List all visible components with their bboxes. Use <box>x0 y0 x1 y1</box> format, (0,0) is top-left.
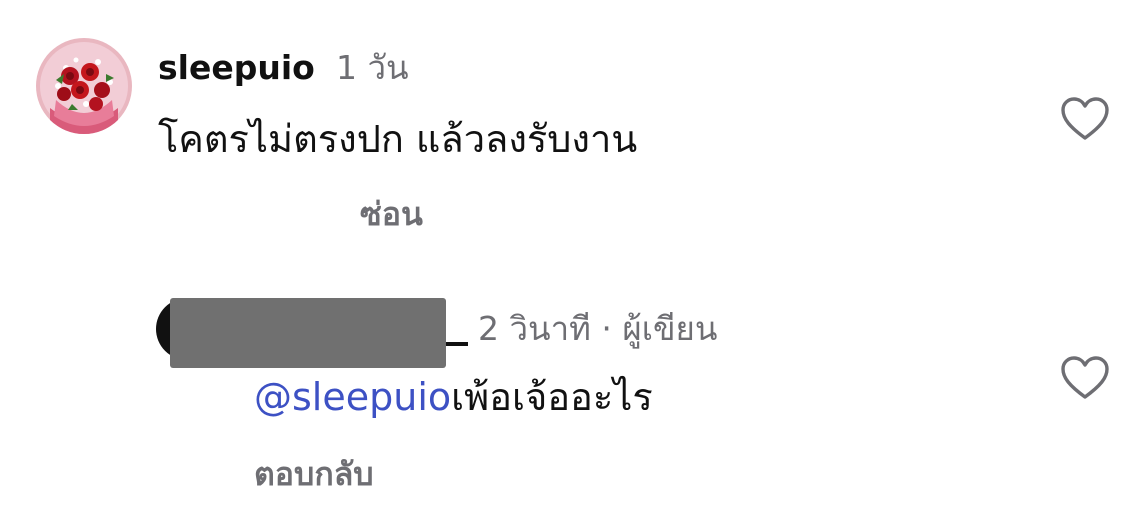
like-button[interactable] <box>1060 96 1110 142</box>
reply-text: @sleepuioเพ้อเจ้ออะไร <box>254 372 653 422</box>
comment-text: โคตรไม่ตรงปก แล้วลงรับงาน <box>158 117 638 161</box>
comment-time: 1 วัน <box>336 48 409 87</box>
author-badge: ผู้เขียน <box>622 309 718 348</box>
avatar[interactable] <box>36 38 132 134</box>
reply-body: เพ้อเจ้ออะไร <box>451 375 653 419</box>
hide-replies-button[interactable]: ซ่อน <box>360 194 423 234</box>
mention-link[interactable]: @sleepuio <box>254 375 451 419</box>
heart-outline-icon <box>1061 356 1109 399</box>
comment-username[interactable]: sleepuio <box>158 48 315 88</box>
reply-button[interactable]: ตอบกลับ <box>254 454 374 494</box>
meta-separator: · <box>601 309 612 348</box>
reply-time: 2 วินาที <box>478 309 591 348</box>
redacted-username <box>170 298 446 368</box>
like-button[interactable] <box>1060 355 1110 401</box>
reply-meta: 2 วินาที · ผู้เขียน <box>478 309 717 349</box>
username-underscore <box>446 342 468 346</box>
rose-bouquet-avatar-icon <box>36 38 132 134</box>
heart-outline-icon <box>1061 97 1109 140</box>
